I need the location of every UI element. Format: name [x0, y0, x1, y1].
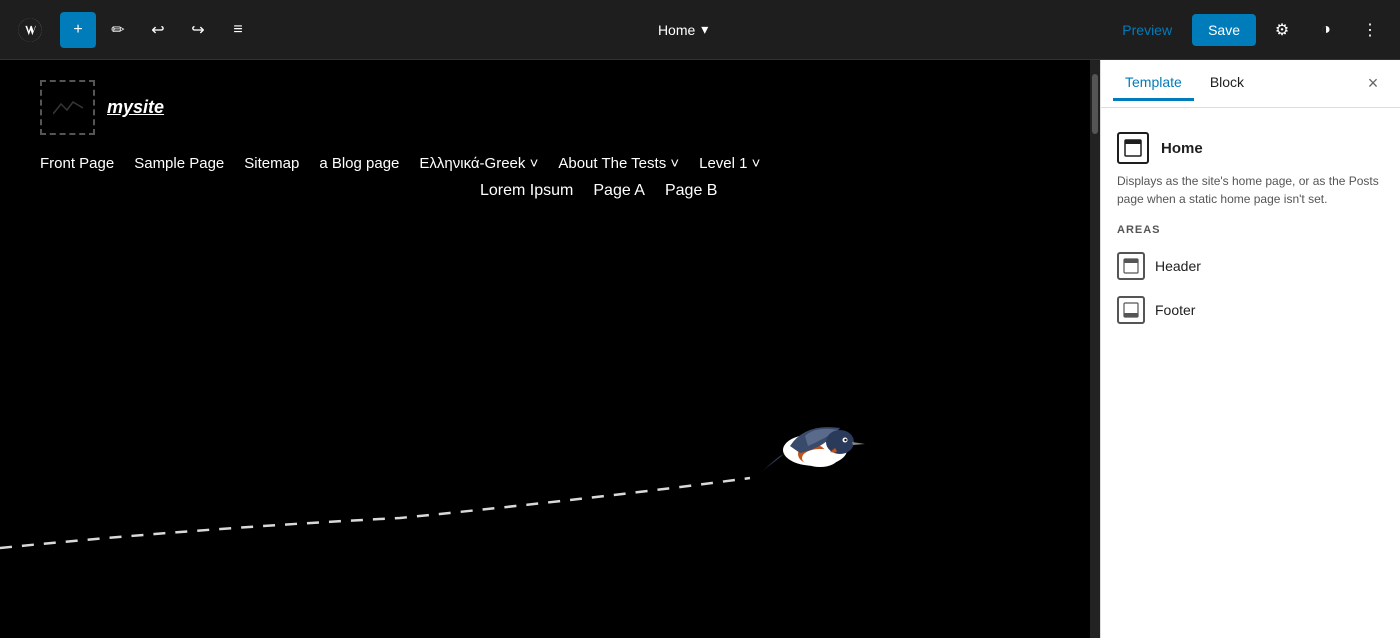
bird-illustration: [750, 398, 880, 488]
toolbar-center: Home ▾: [260, 15, 1106, 44]
nav-item-front-page[interactable]: Front Page: [40, 155, 114, 172]
more-options-button[interactable]: ⋮: [1352, 12, 1388, 48]
tab-block[interactable]: Block: [1198, 66, 1256, 101]
footer-area-icon: [1117, 296, 1145, 324]
canvas-scrollbar[interactable]: [1090, 60, 1100, 638]
page-selector[interactable]: Home ▾: [646, 15, 720, 44]
nav-item-page-a[interactable]: Page A: [593, 182, 645, 200]
site-logo-area: mysite: [40, 80, 1060, 135]
canvas-scrollbar-thumb: [1092, 74, 1098, 134]
nav-item-about-tests[interactable]: About The Tests ˅: [558, 155, 679, 172]
site-logo: [40, 80, 95, 135]
panel-description: Displays as the site's home page, or as …: [1117, 172, 1384, 208]
nav-secondary: Lorem Ipsum Page A Page B: [480, 182, 1060, 200]
panel-item-title: Home: [1161, 140, 1203, 157]
right-panel: Template Block × Home Displays as the si…: [1100, 60, 1400, 638]
page-title: Home: [658, 22, 695, 38]
add-button[interactable]: +: [60, 12, 96, 48]
toolbar: + ✏ ↩ ↪ ≡ Home ▾ Preview Save ⚙ ◑ ⋮: [0, 0, 1400, 60]
nav-item-sitemap[interactable]: Sitemap: [244, 155, 299, 172]
nav-item-page-b[interactable]: Page B: [665, 182, 717, 200]
preview-button[interactable]: Preview: [1110, 16, 1184, 44]
home-template-icon: [1117, 132, 1149, 164]
bird-area: [0, 308, 1100, 558]
nav-item-level1[interactable]: Level 1 ˅: [699, 155, 760, 172]
main-area: mysite Front Page Sample Page Sitemap a …: [0, 60, 1400, 638]
toolbar-right: Preview Save ⚙ ◑ ⋮: [1110, 12, 1388, 48]
areas-label: AREAS: [1117, 224, 1384, 236]
panel-tabs: Template Block ×: [1101, 60, 1400, 108]
nav-item-sample-page[interactable]: Sample Page: [134, 155, 224, 172]
nav-item-greek[interactable]: Ελληνικά-Greek ˅: [419, 155, 538, 172]
menu-button[interactable]: ≡: [220, 12, 256, 48]
nav-item-blog[interactable]: a Blog page: [319, 155, 399, 172]
header-area-icon: [1117, 252, 1145, 280]
panel-content: Home Displays as the site's home page, o…: [1101, 108, 1400, 348]
contrast-button[interactable]: ◑: [1308, 12, 1344, 48]
panel-close-button[interactable]: ×: [1358, 69, 1388, 99]
wp-logo: [12, 12, 48, 48]
save-button[interactable]: Save: [1192, 14, 1256, 46]
site-name: mysite: [107, 97, 164, 118]
undo-button[interactable]: ↩: [140, 12, 176, 48]
toolbar-left: + ✏ ↩ ↪ ≡: [12, 12, 256, 48]
area-item-header[interactable]: Header: [1117, 244, 1384, 288]
redo-button[interactable]: ↪: [180, 12, 216, 48]
settings-button[interactable]: ⚙: [1264, 12, 1300, 48]
pencil-button[interactable]: ✏: [100, 12, 136, 48]
canvas[interactable]: mysite Front Page Sample Page Sitemap a …: [0, 60, 1100, 638]
area-label-header: Header: [1155, 258, 1201, 274]
tab-template[interactable]: Template: [1113, 66, 1194, 101]
nav-item-lorem[interactable]: Lorem Ipsum: [480, 182, 573, 200]
area-label-footer: Footer: [1155, 302, 1195, 318]
nav-primary: Front Page Sample Page Sitemap a Blog pa…: [40, 155, 1060, 172]
area-item-footer[interactable]: Footer: [1117, 288, 1384, 332]
site-header: mysite Front Page Sample Page Sitemap a …: [0, 60, 1100, 220]
flight-path: [0, 438, 1100, 558]
panel-item-home: Home: [1117, 124, 1384, 172]
page-chevron: ▾: [701, 21, 708, 38]
